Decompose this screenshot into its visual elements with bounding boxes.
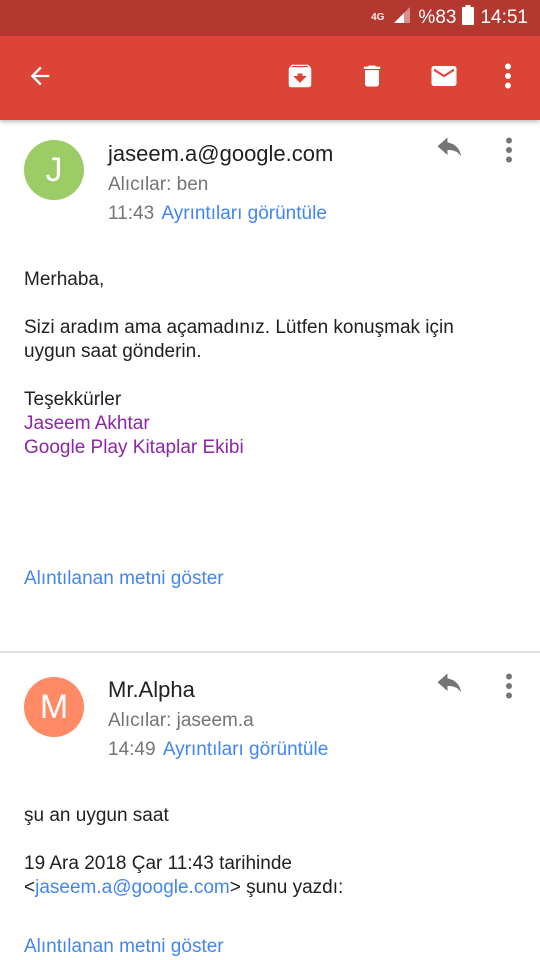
message-meta: 11:43 Ayrıntıları görüntüle: [108, 203, 327, 225]
back-button[interactable]: [18, 56, 62, 100]
clock: 14:51: [480, 7, 528, 28]
more-vert-icon: [504, 63, 512, 94]
recipients: Alıcılar: ben: [108, 174, 209, 195]
message-thanks: Teşekkürler: [24, 389, 122, 410]
recipients: Alıcılar: jaseem.a: [108, 710, 254, 731]
more-vert-icon: [505, 673, 513, 704]
reply-icon: [435, 137, 465, 168]
show-quoted-text-link[interactable]: Alıntılanan metni göster: [24, 568, 224, 590]
overflow-menu-button[interactable]: [486, 56, 530, 100]
quote-open-bracket: <: [24, 877, 36, 898]
mail-icon: [428, 61, 460, 96]
arrow-back-icon: [26, 62, 54, 95]
message-meta: 14:49 Ayrıntıları görüntüle: [108, 739, 328, 761]
avatar[interactable]: J: [24, 140, 84, 200]
message-more-button[interactable]: [494, 670, 524, 706]
view-details-link[interactable]: Ayrıntıları görüntüle: [161, 203, 326, 224]
reply-icon: [435, 673, 465, 704]
quote-header-line: <jaseem.a@google.com> şunu yazdı:: [24, 876, 343, 900]
status-bar: 4G %83 14:51: [0, 0, 540, 36]
battery-icon: [462, 5, 475, 31]
signature-team: Google Play Kitaplar Ekibi: [24, 437, 244, 458]
more-vert-icon: [505, 137, 513, 168]
show-quoted-text-link[interactable]: Alıntılanan metni göster: [24, 936, 224, 958]
view-details-link[interactable]: Ayrıntıları görüntüle: [163, 739, 328, 760]
archive-button[interactable]: [278, 56, 322, 100]
app-toolbar: [0, 36, 540, 120]
signature-name: Jaseem Akhtar: [24, 413, 150, 434]
message-card: M Mr.Alpha Alıcılar: jaseem.a 14:49 Ayrı…: [0, 653, 540, 960]
battery-percent: %83: [418, 7, 457, 28]
quote-header-line: 19 Ara 2018 Çar 11:43 tarihinde: [24, 853, 292, 874]
quoted-sender-email-link[interactable]: jaseem.a@google.com: [35, 877, 230, 898]
quote-wrote-text: > şunu yazdı:: [229, 877, 344, 898]
reply-button[interactable]: [430, 134, 470, 170]
archive-icon: [285, 61, 315, 96]
trash-icon: [358, 61, 386, 96]
sender-name: jaseem.a@google.com: [108, 141, 334, 166]
message-body-line: Sizi aradım ama açamadınız. Lütfen konuş…: [24, 317, 454, 338]
signal-icon: [392, 6, 412, 30]
mark-unread-button[interactable]: [422, 56, 466, 100]
sender-name: Mr.Alpha: [108, 677, 195, 702]
message-greeting: Merhaba,: [24, 269, 105, 290]
message-time: 11:43: [108, 203, 155, 224]
network-type: 4G: [371, 12, 385, 23]
message-card: J jaseem.a@google.com Alıcılar: ben 11:4…: [0, 120, 540, 652]
delete-button[interactable]: [350, 56, 394, 100]
message-body-line: uygun saat gönderin.: [24, 341, 202, 362]
reply-button[interactable]: [430, 670, 470, 706]
message-body-line: şu an uygun saat: [24, 805, 169, 826]
message-time: 14:49: [108, 739, 156, 760]
avatar[interactable]: M: [24, 677, 84, 737]
message-more-button[interactable]: [494, 134, 524, 170]
